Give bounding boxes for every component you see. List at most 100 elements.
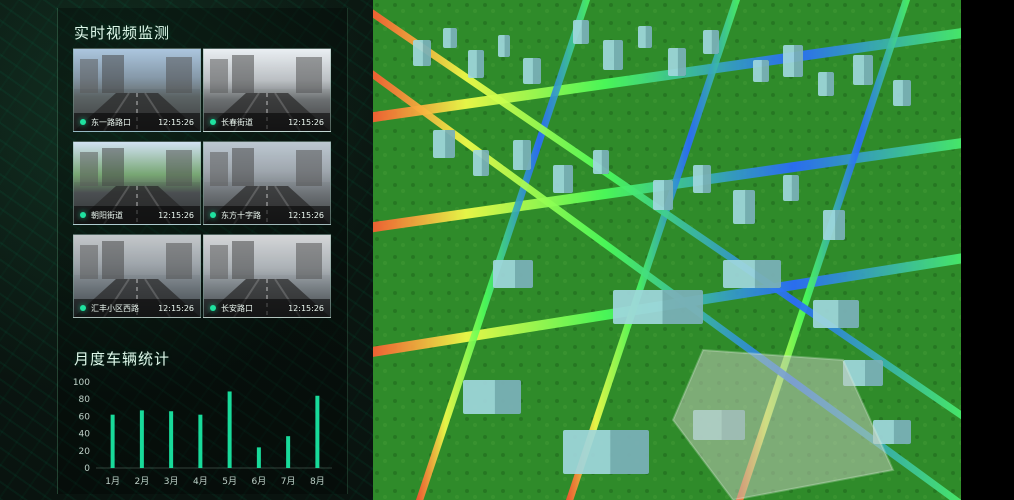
bar [169,411,174,468]
y-tick-label: 0 [84,464,90,474]
y-tick-label: 100 [73,378,90,388]
building-shadow [711,30,719,54]
building-shadow [835,210,845,240]
status-dot-icon [210,305,216,311]
building-shadow [745,190,755,224]
building-shadow [794,45,803,77]
building-shadow [865,360,883,386]
video-caption-bar: 朝阳街道 12:15:26 [74,206,200,224]
building-shadow [864,55,873,85]
camera-label: 汇丰小区西路 [80,303,139,314]
status-dot-icon [80,119,86,125]
video-tile[interactable]: 东一路路口 12:15:26 [73,48,201,132]
building-shadow [581,20,589,44]
x-tick-label: 7月 [281,476,296,487]
camera-time: 12:15:26 [288,303,324,313]
building-shadow [664,180,673,210]
city-3d-map[interactable] [373,0,961,500]
building-shadow [504,35,510,57]
building-shadow [791,175,799,201]
camera-time: 12:15:26 [158,210,194,220]
camera-location: 东方十字路 [221,210,261,220]
building-shadow [614,40,623,70]
video-caption-bar: 东一路路口 12:15:26 [74,113,200,131]
y-tick-label: 20 [79,447,91,457]
monthly-vehicle-bar-chart: 0 20 40 60 80 100 1月 2月 3月 4月 5月 6月 7月 8月 [73,378,332,487]
video-caption-bar: 长安路口 12:15:26 [204,299,330,317]
video-grid: 东一路路口 12:15:26 长春街道 12:15:26 朝阳街道 12:15:26 [73,48,331,324]
x-tick-label: 4月 [193,476,208,487]
building-shadow [902,80,911,106]
status-dot-icon [80,305,86,311]
bar [198,414,203,468]
building-shadow [522,140,531,170]
video-caption-bar: 东方十字路 12:15:26 [204,206,330,224]
building-shadow [838,300,859,328]
building-shadow [532,58,541,84]
bar [256,447,261,468]
camera-time: 12:15:26 [288,210,324,220]
video-caption-bar: 汇丰小区西路 12:15:26 [74,299,200,317]
building-shadow [826,72,834,96]
bar [139,410,144,468]
building-shadow [677,48,686,76]
x-tick-label: 1月 [105,476,120,487]
camera-time: 12:15:26 [158,117,194,127]
status-dot-icon [210,212,216,218]
building-shadow [754,260,781,288]
map-canvas[interactable] [373,0,961,500]
video-tile[interactable]: 长春街道 12:15:26 [203,48,331,132]
building-shadow [481,150,489,176]
camera-location: 东一路路口 [91,117,131,127]
bar [315,395,320,468]
camera-label: 东方十字路 [210,210,261,221]
video-tile[interactable]: 东方十字路 12:15:26 [203,141,331,225]
monthly-stats-title: 月度车辆统计 [74,350,171,368]
building-shadow [476,50,484,78]
x-tick-label: 3月 [164,476,179,487]
x-tick-label: 6月 [252,476,267,487]
building-shadow [662,290,703,324]
bar [286,436,291,468]
status-dot-icon [210,119,216,125]
right-black-border [961,0,1014,500]
building-shadow [761,60,769,82]
camera-label: 朝阳街道 [80,210,123,221]
video-tile[interactable]: 长安路口 12:15:26 [203,234,331,318]
x-tick-label: 5月 [222,476,237,487]
building-shadow [610,430,649,474]
video-caption-bar: 长春街道 12:15:26 [204,113,330,131]
y-tick-label: 40 [79,430,91,440]
bar [110,414,115,468]
video-section-title: 实时视频监测 [74,24,171,42]
x-tick-label: 8月 [310,476,325,487]
status-dot-icon [80,212,86,218]
building-shadow [445,130,455,158]
building-shadow [893,420,911,444]
camera-time: 12:15:26 [158,303,194,313]
building-shadow [515,260,533,288]
camera-time: 12:15:26 [288,117,324,127]
camera-location: 汇丰小区西路 [91,303,139,313]
video-tile[interactable]: 汇丰小区西路 12:15:26 [73,234,201,318]
camera-label: 长安路口 [210,303,253,314]
building-shadow [450,28,457,48]
building-shadow [564,165,573,193]
left-dashboard-panel: 实时视频监测 东一路路口 12:15:26 长春街道 12:15:26 朝阳街道… [0,0,373,500]
y-tick-label: 80 [79,395,91,405]
y-tick-label: 60 [79,412,91,422]
building-shadow [494,380,521,414]
x-tick-label: 2月 [135,476,150,487]
building-shadow [645,26,652,48]
video-tile[interactable]: 朝阳街道 12:15:26 [73,141,201,225]
building-shadow [601,150,609,174]
camera-location: 长春街道 [221,117,253,127]
building-shadow [422,40,431,66]
building-shadow [702,165,711,193]
camera-location: 朝阳街道 [91,210,123,220]
camera-label: 东一路路口 [80,117,131,128]
bar [227,391,232,468]
camera-label: 长春街道 [210,117,253,128]
camera-location: 长安路口 [221,303,253,313]
dashboard-card: 实时视频监测 东一路路口 12:15:26 长春街道 12:15:26 朝阳街道… [57,8,348,494]
